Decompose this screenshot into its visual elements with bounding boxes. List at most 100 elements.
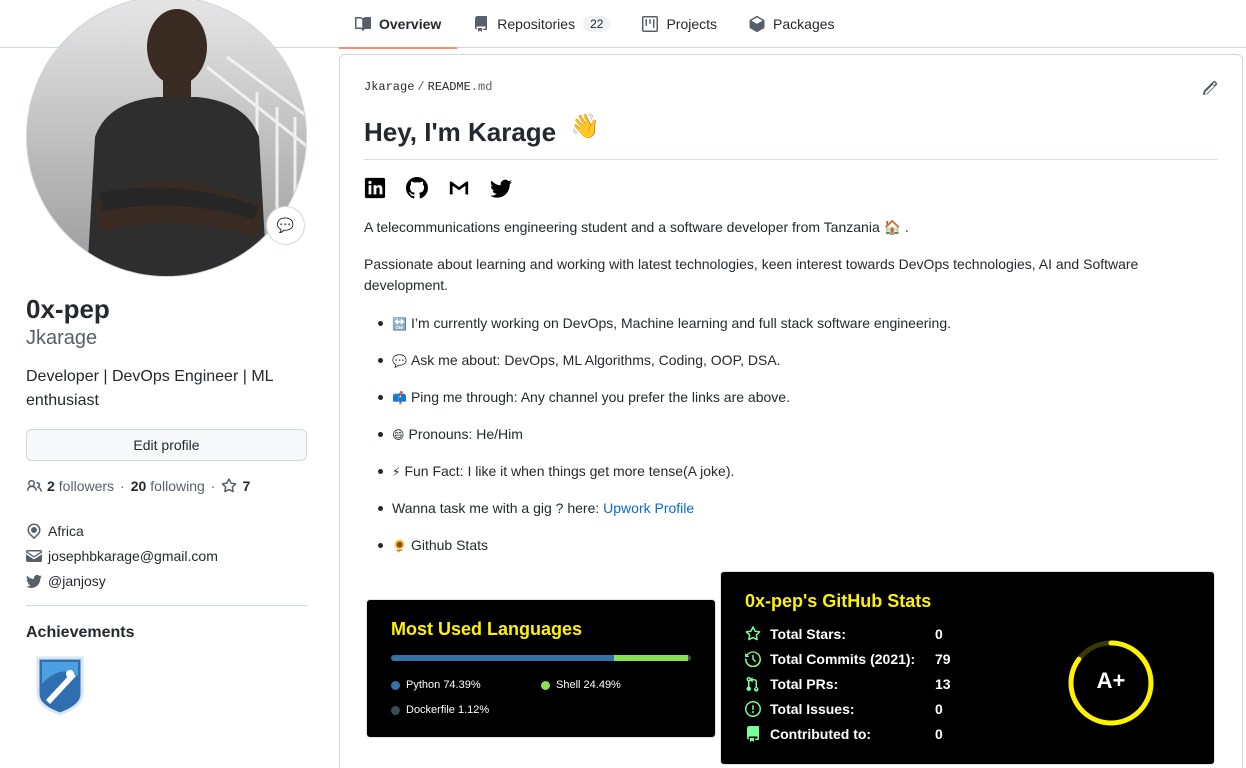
tab-overview[interactable]: Overview: [339, 0, 458, 49]
legend-lang-percent: 24.49%: [583, 679, 621, 691]
lightning-icon: ⚡: [392, 465, 401, 479]
list-item-text: Ping me through: Any channel you prefer …: [410, 389, 790, 405]
issue-icon: [745, 701, 761, 717]
stat-label: Total Issues:: [770, 701, 855, 717]
readme-path: Jkarage / README.md: [364, 80, 492, 94]
following-link[interactable]: 20 following: [131, 478, 205, 494]
github-icon[interactable]: [406, 177, 428, 199]
repo-icon: [747, 726, 759, 742]
readme-file-link[interactable]: README.md: [428, 80, 493, 94]
stat-row-contributed: Contributed to: 0: [745, 724, 943, 744]
location-text: Africa: [48, 522, 84, 539]
lang-legend-shell: Shell 24.49%: [541, 679, 621, 691]
lang-legend-dockerfile: Dockerfile 1.12%: [391, 704, 489, 716]
list-item-text: Ask me about: DevOps, ML Algorithms, Cod…: [410, 352, 781, 368]
stat-row-issues: Total Issues: 0: [745, 699, 943, 719]
lang-bar-segment-shell: [614, 655, 688, 661]
tab-projects[interactable]: Projects: [626, 0, 733, 48]
twitter-icon[interactable]: [490, 177, 512, 199]
list-item-text: Github Stats: [410, 537, 488, 553]
list-item: 💬 Ask me about: DevOps, ML Algorithms, Co…: [378, 350, 1198, 387]
package-icon: [749, 16, 765, 32]
readme-heading-text: Hey, I'm Karage: [364, 117, 557, 147]
list-item: 🌻 Github Stats: [378, 535, 1198, 572]
profile-details: Africa josephbkarage@gmail.com @janjosy: [26, 518, 218, 593]
stars-link[interactable]: 7: [221, 478, 254, 494]
follow-stats: 2 followers · 20 following · 7: [26, 478, 254, 494]
stat-row-prs: Total PRs: 13: [745, 674, 951, 694]
readme-file-name: README: [427, 80, 471, 94]
profile-tabs: Overview Repositories 22 Projects Packag…: [339, 0, 851, 49]
sidebar-divider: [26, 605, 307, 606]
stat-label: Total Commits (2021):: [770, 651, 916, 667]
gig-text: Wanna task me with a gig ? here:: [392, 500, 604, 516]
smile-icon: 😄: [392, 428, 405, 442]
stat-label: Contributed to:: [770, 726, 872, 742]
star-icon: [745, 626, 761, 641]
separator-dot: ·: [210, 478, 216, 494]
stat-value: 0: [935, 626, 943, 642]
gmail-icon[interactable]: [448, 177, 470, 199]
tab-overview-label: Overview: [379, 16, 442, 32]
avatar[interactable]: [26, 0, 307, 277]
stars-count: 7: [242, 478, 251, 494]
lang-bar-segment-python: [391, 655, 615, 661]
set-status-button[interactable]: 💬: [266, 206, 305, 245]
tab-repositories-label: Repositories: [497, 16, 576, 32]
avatar-photo: [27, 0, 306, 276]
tab-packages[interactable]: Packages: [733, 0, 850, 48]
readme-intro: A telecommunications engineering student…: [364, 219, 909, 235]
email-link[interactable]: josephbkarage@gmail.com: [48, 548, 218, 564]
email-item: josephbkarage@gmail.com: [26, 543, 218, 568]
twitter-icon: [26, 574, 42, 588]
list-item-text: Fun Fact: I like it when things get more…: [404, 463, 735, 479]
list-item: Wanna task me with a gig ? here: Upwork …: [378, 498, 1198, 535]
people-icon: [26, 479, 42, 492]
heading-divider: [364, 159, 1218, 160]
pencil-icon[interactable]: [1202, 80, 1218, 96]
tab-projects-label: Projects: [666, 16, 718, 32]
history-icon: [745, 651, 761, 667]
list-item: 🔛 I’m currently working on DevOps, Machin…: [378, 313, 1198, 350]
stat-row-stars: Total Stars: 0: [745, 624, 943, 644]
edit-profile-button[interactable]: Edit profile: [26, 429, 307, 461]
on-arrow-icon: 🔛: [392, 317, 407, 331]
star-icon: [222, 478, 237, 493]
languages-card[interactable]: Most Used Languages Python 74.39% Shell …: [366, 599, 716, 738]
achievements-title: Achievements: [26, 624, 135, 641]
readme-owner-link[interactable]: Jkarage: [364, 80, 414, 94]
repo-icon: [475, 16, 488, 32]
speech-bubble-icon: 💬: [392, 354, 407, 368]
list-item: 📫 Ping me through: Any channel you prefer…: [378, 387, 1198, 424]
legend-dot: [391, 705, 400, 715]
sunflower-icon: 🌻: [392, 539, 407, 553]
stat-value: 0: [935, 701, 943, 717]
legend-dot: [391, 680, 400, 690]
upwork-profile-link[interactable]: Upwork Profile: [603, 500, 694, 516]
following-label: following: [150, 478, 205, 494]
grade-ring: A+: [1068, 640, 1154, 726]
followers-link[interactable]: 2 followers: [47, 478, 114, 494]
profile-name: 0x-pep: [26, 294, 110, 324]
lang-bar-segment-dockerfile: [687, 655, 691, 661]
separator-dot: ·: [120, 478, 125, 494]
linkedin-icon[interactable]: [364, 177, 386, 199]
languages-card-title: Most Used Languages: [391, 619, 583, 639]
book-icon: [355, 17, 371, 31]
legend-lang-name: Shell: [556, 679, 581, 691]
repositories-count-badge: 22: [583, 16, 611, 32]
readme-passion: Passionate about learning and working wi…: [364, 256, 1139, 293]
stat-value: 79: [935, 651, 951, 667]
github-stats-card[interactable]: 0x-pep's GitHub Stats Total Stars: 0 Tot…: [720, 571, 1215, 765]
legend-lang-name: Dockerfile: [406, 704, 455, 716]
followers-count: 2: [47, 478, 55, 494]
twitter-link[interactable]: @janjosy: [48, 573, 106, 589]
followers-label: followers: [58, 478, 115, 494]
stats-card-title: 0x-pep's GitHub Stats: [745, 591, 932, 611]
tab-repositories[interactable]: Repositories 22: [457, 0, 626, 48]
twitter-item: @janjosy: [26, 568, 218, 593]
stat-row-commits: Total Commits (2021): 79: [745, 649, 951, 669]
pull-request-icon: [746, 676, 759, 692]
achievement-badge-icon[interactable]: [32, 654, 88, 716]
legend-lang-percent: 1.12%: [457, 704, 490, 716]
